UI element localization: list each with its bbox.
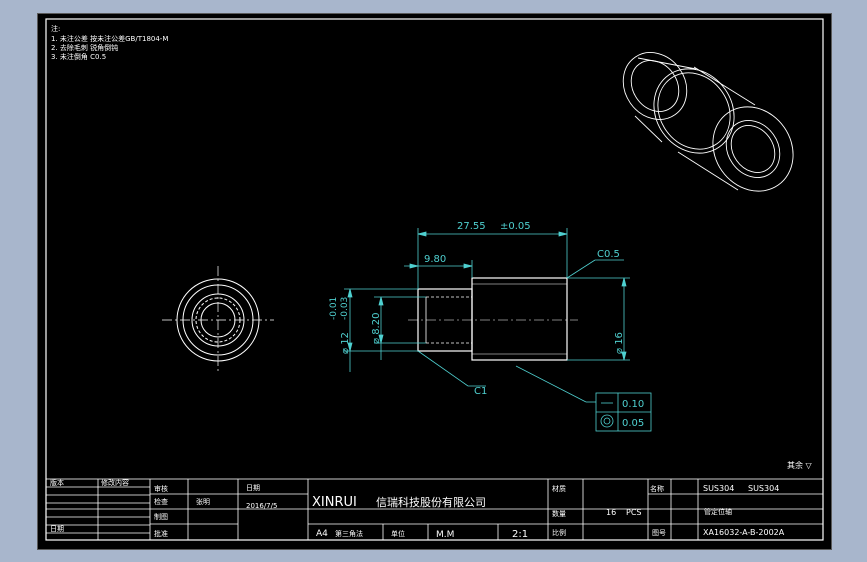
dim-dia-bore: ⌀ 8.20 (371, 313, 382, 344)
drawing-number: XA16032-A-B-2002A (703, 528, 785, 537)
material-value: SUS304 (703, 484, 734, 493)
sheet-size: A4 (316, 529, 328, 539)
dim-small-length: 9.80 (424, 254, 446, 265)
dim-chamfer-bottom: C1 (474, 386, 487, 397)
part-name: 管定位轴 (704, 507, 732, 516)
notes-block: 注: 1. 未注公差 按未注公差GB/T1804-M 2. 去除毛刺 锐角倒钝 … (51, 24, 168, 61)
unit-label: 单位 (391, 529, 405, 538)
drawing-svg: 注: 1. 未注公差 按未注公差GB/T1804-M 2. 去除毛刺 锐角倒钝 … (45, 18, 824, 541)
note-line-1: 1. 未注公差 按未注公差GB/T1804-M (51, 34, 168, 43)
drawing-no-label: 图号 (652, 529, 666, 537)
material-label: 材质 (552, 484, 566, 493)
name-label: 名称 (650, 484, 664, 493)
projection: 第三角法 (335, 529, 363, 538)
unit-value: M.M (436, 530, 454, 540)
row-review: 审核 (154, 484, 168, 493)
iso-view (622, 52, 794, 192)
dim-dia-large: ⌀ 16 (614, 332, 625, 354)
drawing-canvas[interactable]: 注: 1. 未注公差 按未注公差GB/T1804-M 2. 去除毛刺 锐角倒钝 … (37, 13, 832, 550)
material-value-2: SUS304 (748, 484, 779, 493)
dim-chamfer-top: C0.5 (597, 249, 620, 260)
scale-label: 比例 (552, 528, 566, 537)
date-label: 日期 (246, 484, 260, 492)
qty-value: 16 (606, 508, 616, 517)
rev-header-content: 修改内容 (101, 478, 129, 487)
note-line-2: 2. 去除毛刺 锐角倒钝 (51, 43, 118, 52)
scale-value: 2:1 (512, 529, 528, 540)
dim-overall-length: 27.55 (457, 221, 486, 232)
date-value: 2016/7/5 (246, 502, 277, 510)
rev-header-version: 版本 (50, 478, 64, 487)
row-draw: 制图 (154, 512, 168, 521)
side-view (408, 277, 578, 361)
dimension-text: 27.55 ±0.05 9.80 C0.5 C1 -0.01 -0.03 ⌀ 1… (329, 221, 644, 429)
dim-dia-small: ⌀ 12 (340, 332, 351, 354)
notes-heading: 注: (51, 24, 60, 33)
company-cn: 信瑞科技股份有限公司 (376, 495, 486, 509)
sheet-border (45, 18, 824, 541)
dim-tol-upper: -0.01 (329, 297, 339, 320)
qty-label: 数量 (552, 509, 566, 518)
end-view (162, 266, 274, 374)
row-check: 检查 (154, 497, 168, 506)
surface-finish-note: 其余 ▽ (787, 460, 813, 470)
row-approve: 批准 (154, 529, 168, 538)
concentricity-icon (600, 414, 614, 428)
note-line-3: 3. 未注倒角 C0.5 (51, 52, 106, 61)
gdt-concentricity-value: 0.05 (622, 418, 644, 429)
company-en: XINRUI (312, 495, 357, 510)
dim-overall-tol: ±0.05 (500, 221, 531, 232)
gdt-runout-value: 0.10 (622, 399, 644, 410)
dim-tol-lower: -0.03 (340, 297, 350, 320)
rev-header-date: 日期 (50, 525, 64, 533)
designer-name: 张明 (196, 497, 210, 506)
qty-unit: PCS (626, 508, 642, 517)
cad-viewport: 注: 1. 未注公差 按未注公差GB/T1804-M 2. 去除毛刺 锐角倒钝 … (0, 0, 867, 562)
